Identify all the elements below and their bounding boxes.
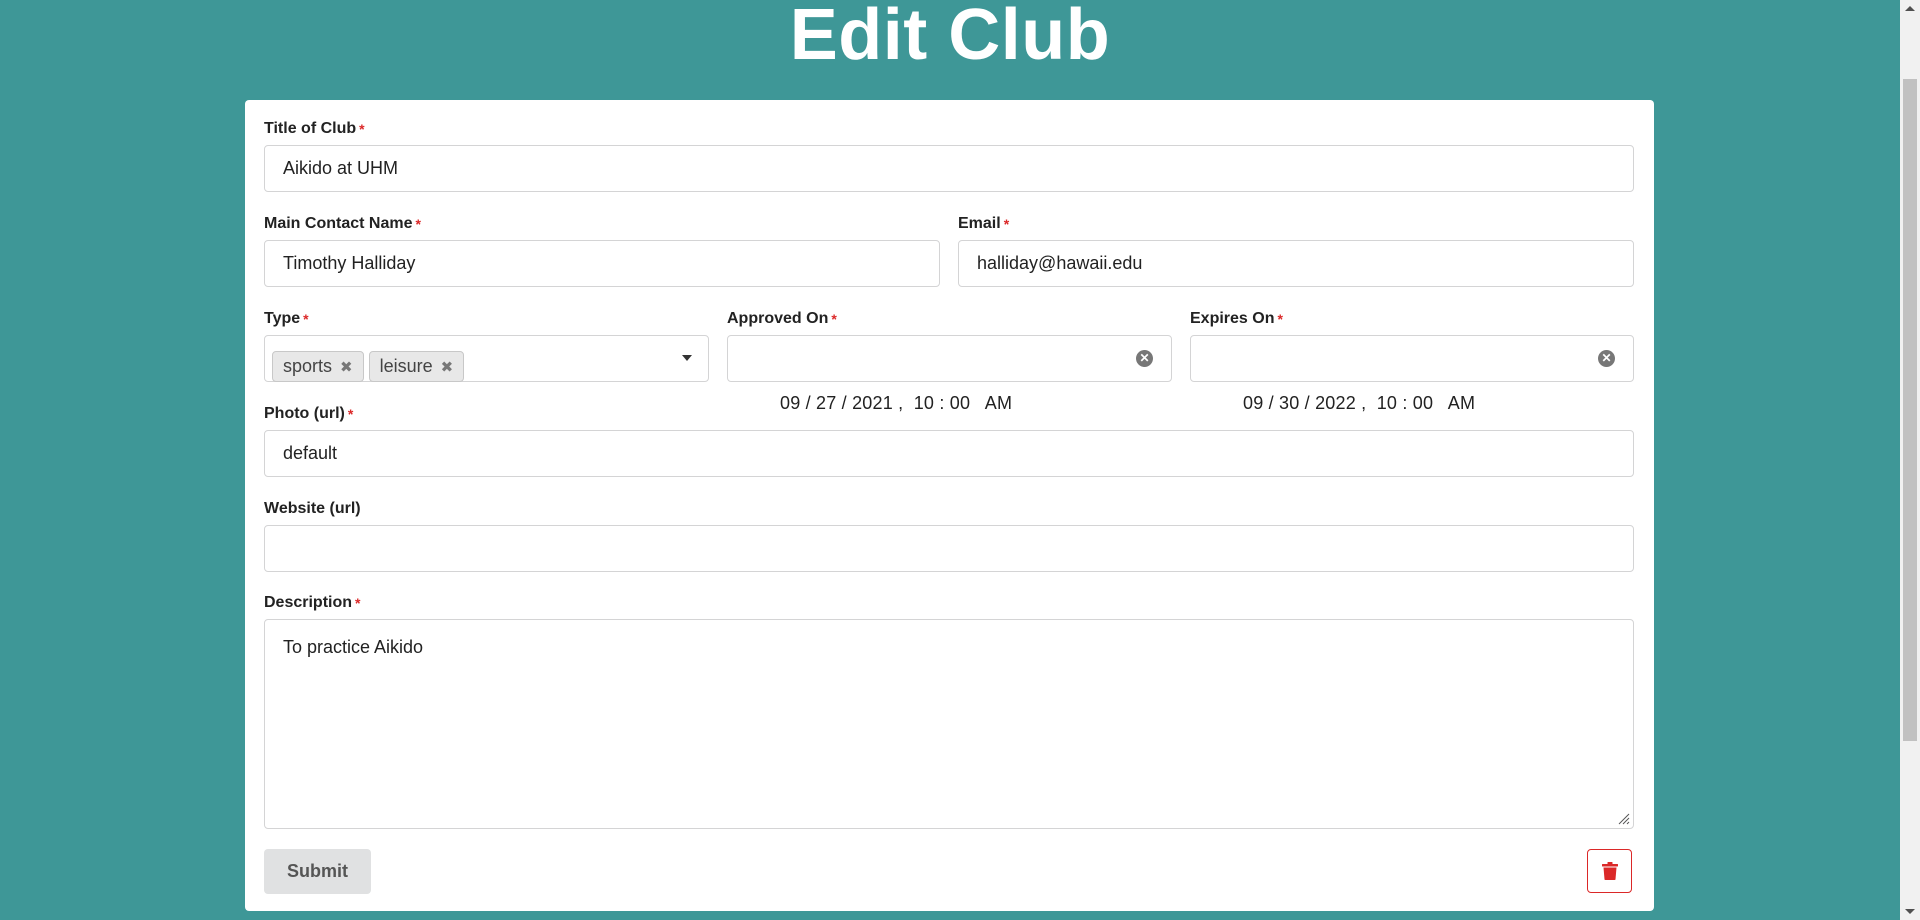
required-asterisk: * (415, 216, 421, 232)
type-label: Type * (264, 310, 309, 327)
type-multiselect[interactable]: sports ✖ leisure ✖ (264, 335, 709, 382)
x-icon[interactable]: ✖ (441, 359, 454, 376)
photo-url-label: Photo (url) * (264, 405, 354, 422)
required-asterisk: * (303, 311, 309, 327)
website-url-field: Website (url) (264, 497, 1634, 572)
expires-on-label: Expires On * (1190, 310, 1283, 327)
required-asterisk: * (359, 121, 365, 137)
email-label: Email * (958, 215, 1010, 232)
trash-icon (1602, 862, 1618, 880)
contact-name-label: Main Contact Name * (264, 215, 421, 232)
scroll-up-arrow-icon[interactable] (1905, 6, 1915, 11)
clear-icon[interactable]: ✕ (1136, 350, 1153, 367)
required-asterisk: * (831, 311, 837, 327)
type-chip-leisure: leisure ✖ (368, 350, 465, 382)
type-chip-sports: sports ✖ (272, 350, 364, 382)
required-asterisk: * (1003, 216, 1010, 232)
edit-club-form: Title of Club * Aikido at UHM Main Contac… (245, 100, 1654, 911)
approved-on-label: Approved On * (727, 310, 837, 327)
website-url-input[interactable] (264, 525, 1634, 572)
title-field: Title of Club * Aikido at UHM (264, 117, 1634, 192)
chip-label: leisure (379, 355, 433, 376)
title-input[interactable]: Aikido at UHM (264, 145, 1634, 192)
resize-handle-icon[interactable] (1616, 811, 1630, 825)
approved-on-input[interactable]: 09 / 27 / 2021 , 10 : 00 AM ✕ (727, 335, 1172, 413)
description-label: Description * (264, 594, 361, 611)
required-asterisk: * (355, 595, 361, 611)
description-textarea[interactable]: To practice Aikido (264, 619, 1634, 829)
page-title: Edit Club (789, 0, 1111, 75)
submit-button[interactable]: Submit (264, 849, 371, 894)
clear-icon[interactable]: ✕ (1598, 350, 1615, 367)
website-url-label: Website (url) (264, 500, 361, 517)
x-icon[interactable]: ✖ (340, 359, 353, 376)
photo-url-input[interactable]: default (264, 430, 1634, 477)
delete-button[interactable] (1587, 849, 1632, 893)
required-asterisk: * (347, 406, 354, 422)
scrollbar-thumb[interactable] (1903, 79, 1917, 741)
email-field: Email * halliday@hawaii.edu (958, 212, 1634, 287)
description-value: To practice Aikido (283, 637, 424, 657)
contact-name-field: Main Contact Name * Timothy Halliday (264, 212, 940, 287)
page-scrollbar[interactable] (1900, 0, 1920, 920)
contact-name-input[interactable]: Timothy Halliday (264, 240, 940, 287)
expires-on-input[interactable]: 09 / 30 / 2022 , 10 : 00 AM ✕ (1190, 335, 1634, 413)
email-input[interactable]: halliday@hawaii.edu (958, 240, 1634, 287)
type-field: Type * sports ✖ leisure ✖ (264, 307, 709, 382)
expires-on-field: Expires On * 09 / 30 / 2022 , 10 : 00 AM … (1190, 307, 1634, 413)
chip-label: sports (283, 355, 333, 376)
approved-on-field: Approved On * 09 / 27 / 2021 , 10 : 00 AM… (727, 307, 1172, 413)
title-label: Title of Club * (264, 120, 365, 137)
caret-down-icon[interactable] (682, 355, 692, 361)
required-asterisk: * (1277, 311, 1283, 327)
description-field: Description * To practice Aikido (264, 591, 1634, 831)
photo-url-field: Photo (url) * default (264, 402, 1634, 477)
scroll-down-arrow-icon[interactable] (1905, 909, 1915, 914)
